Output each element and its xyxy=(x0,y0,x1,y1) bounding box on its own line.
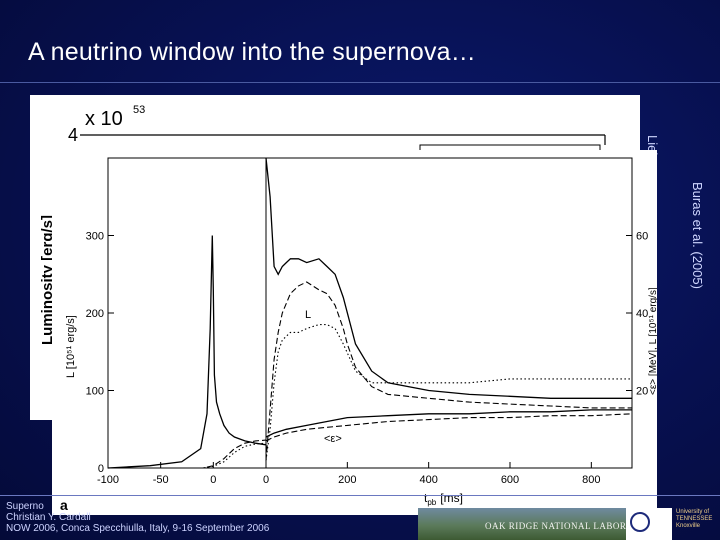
back-plot-tick: 4 xyxy=(68,125,78,145)
right-panel-series xyxy=(265,157,633,461)
title-divider xyxy=(0,82,720,83)
right-ytick-label: 40 xyxy=(636,308,648,320)
right-ytick-label: 60 xyxy=(636,231,648,243)
footer-line-3: NOW 2006, Conca Specchiulla, Italy, 9-16… xyxy=(6,523,270,534)
left-xtick-label: -100 xyxy=(97,474,119,486)
left-ytick-label: 0 xyxy=(98,463,104,475)
ut-line-3: Knoxville xyxy=(676,523,701,529)
left-series-2 xyxy=(108,442,267,469)
right-xtick-label: 800 xyxy=(582,474,600,486)
left-y-axis-label: L [10⁵¹ erg/s] xyxy=(65,315,77,378)
footer-divider xyxy=(0,495,720,496)
footer-line-1: Superno xyxy=(6,501,44,512)
left-ytick-label: 200 xyxy=(86,308,104,320)
citation-front: Buras et al. (2005) xyxy=(690,182,705,289)
x-axis-label-sub: pb xyxy=(427,498,436,507)
left-ytick-label: 300 xyxy=(86,231,104,243)
left-series-0 xyxy=(107,235,267,469)
neutrino-luminosity-chart: -100 -50 0 0 100 200 300 0 200 400 600 800 20 40 60 L … xyxy=(60,157,659,513)
footer-text: Superno Christian Y. Cardall NOW 2006, C… xyxy=(6,501,269,534)
annotation-mean-energy: <ε> xyxy=(324,433,342,445)
right-series-3 xyxy=(265,409,632,438)
right-xtick-label: 0 xyxy=(263,474,269,486)
right-xtick-label: 200 xyxy=(338,474,356,486)
right-ytick-label: 20 xyxy=(636,386,648,398)
right-series-4 xyxy=(265,413,633,442)
back-plot-exponent: 53 xyxy=(133,104,145,116)
right-panel-frame xyxy=(265,157,633,469)
ut-line-1: University of xyxy=(676,509,710,515)
right-series-0 xyxy=(265,157,632,399)
left-series-1 xyxy=(108,439,267,469)
left-panel-frame xyxy=(107,157,267,469)
axis-ticks: -100 -50 0 0 100 200 300 0 200 400 600 800 20 40 60 xyxy=(86,231,649,487)
x-axis-label-unit: [ms] xyxy=(440,491,463,505)
right-xtick-label: 400 xyxy=(419,474,437,486)
left-ytick-label: 100 xyxy=(86,386,104,398)
right-xtick-label: 600 xyxy=(501,474,519,486)
annotation-luminosity: L xyxy=(305,309,311,321)
x-axis-label: tpb [ms] xyxy=(424,491,463,507)
back-plot-multiplier: x 10 xyxy=(85,108,123,130)
university-logo-text: University of TENNESSEE Knoxville xyxy=(676,509,716,530)
left-xtick-label: 0 xyxy=(210,474,216,486)
slide-title: A neutrino window into the supernova… xyxy=(28,38,476,66)
university-seal-icon xyxy=(630,512,650,532)
right-series-1 xyxy=(265,281,632,461)
luminosity-figure-front: -100 -50 0 0 100 200 300 0 200 400 600 800 20 40 60 L … xyxy=(52,150,659,515)
left-xtick-label: -50 xyxy=(153,474,169,486)
left-panel-series xyxy=(107,235,267,469)
right-y-axis-label: <ε> [MeV], L [10⁵¹ erg/s] xyxy=(648,287,657,395)
ut-line-2: TENNESSEE xyxy=(676,516,713,522)
footer-line-2: Christian Y. Cardall xyxy=(6,512,91,523)
